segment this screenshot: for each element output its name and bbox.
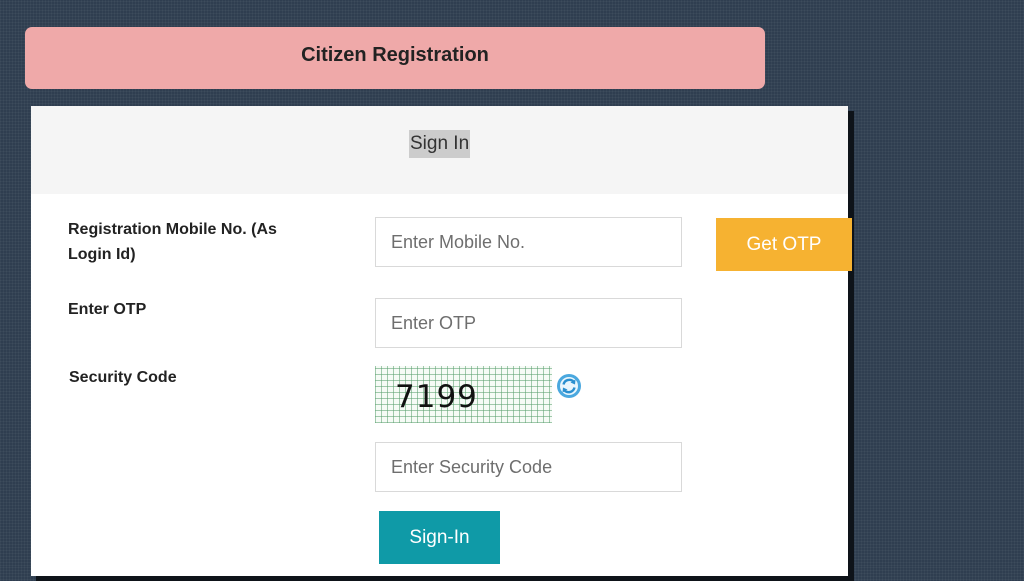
get-otp-button[interactable]: Get OTP [716, 218, 852, 271]
mobile-label: Registration Mobile No. (As Login Id) [68, 221, 277, 263]
refresh-icon[interactable] [555, 371, 585, 401]
sign-in-button[interactable]: Sign-In [379, 511, 500, 564]
security-code-input[interactable] [375, 442, 682, 492]
panel-header: Sign In [31, 106, 848, 194]
tab-sign-in[interactable]: Sign In [409, 130, 471, 158]
page-title: Citizen Registration [301, 43, 489, 66]
otp-input[interactable] [375, 298, 682, 348]
captcha-text: 7199 [395, 379, 478, 415]
page-title-banner: Citizen Registration [25, 27, 765, 89]
otp-label: Enter OTP [68, 301, 147, 318]
security-code-label: Security Code [69, 369, 177, 386]
captcha-image: 7199 [375, 366, 552, 423]
sign-in-panel: Sign In Registration Mobile No. (As Logi… [31, 106, 852, 576]
mobile-input[interactable] [375, 217, 682, 267]
